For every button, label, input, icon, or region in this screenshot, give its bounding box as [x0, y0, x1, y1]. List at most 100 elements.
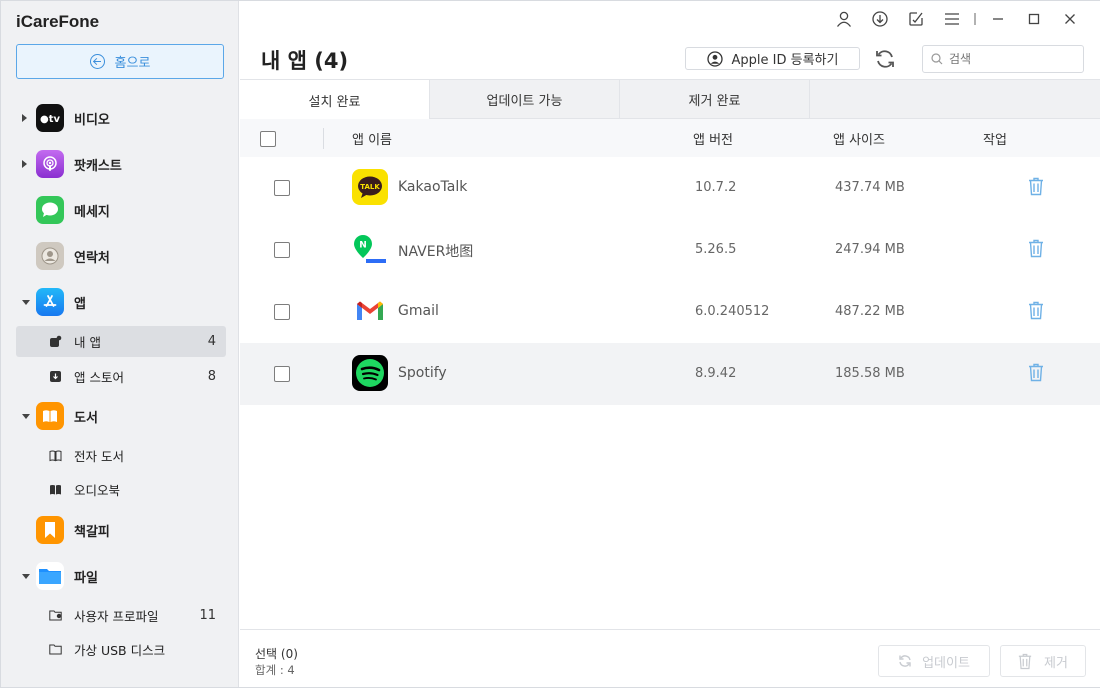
gmail-icon: [352, 293, 388, 329]
download-icon[interactable]: [862, 9, 898, 29]
apple-id-register-button[interactable]: Apple ID 등록하기: [685, 47, 860, 70]
feedback-icon[interactable]: [898, 9, 934, 29]
search-box[interactable]: [922, 45, 1084, 73]
sidebar-subitem-count: 4: [207, 334, 216, 349]
tab-bar: 설치 완료 업데이트 가능 제거 완료: [240, 79, 1100, 120]
trash-icon[interactable]: [1028, 239, 1044, 258]
minimize-icon[interactable]: [980, 9, 1016, 29]
user-circle-icon: [706, 50, 723, 67]
main-panel: 내 앱 (4) Apple ID 등록하기 설치 완료 업데이트 가능 제거 완…: [240, 1, 1100, 687]
app-version: 10.7.2: [695, 180, 737, 195]
tab-installed[interactable]: 설치 완료: [240, 80, 430, 120]
column-header-version: 앱 버전: [693, 133, 734, 148]
svg-text:N: N: [359, 241, 367, 251]
search-input[interactable]: [949, 52, 1069, 66]
sidebar-item-label: 팟캐스트: [74, 158, 122, 174]
sidebar-item-app-store[interactable]: 앱 스토어 8: [16, 361, 226, 392]
sidebar-item-messages[interactable]: 메세지: [1, 190, 239, 230]
account-icon[interactable]: [826, 9, 862, 29]
app-version: 6.0.240512: [695, 304, 770, 319]
table-row[interactable]: TALK KakaoTalk 10.7.2 437.74 MB: [240, 157, 1100, 219]
remove-button[interactable]: 제거: [1000, 645, 1086, 677]
refresh-icon[interactable]: [874, 48, 896, 70]
maximize-icon[interactable]: [1016, 9, 1052, 29]
app-size: 487.22 MB: [835, 304, 905, 319]
sidebar-subitem-label: 앱 스토어: [74, 370, 124, 385]
sidebar-item-audiobooks[interactable]: 오디오북: [16, 474, 226, 505]
expand-caret-icon[interactable]: [22, 114, 27, 122]
audiobook-icon: [50, 485, 61, 495]
app-window: iCareFone 홈으로 ●tv 비디오 팟캐스트 메세지 연락처 앱 내 앱…: [0, 0, 1100, 688]
row-checkbox[interactable]: [274, 242, 290, 258]
sidebar-item-books[interactable]: 도서: [1, 396, 239, 436]
remove-button-label: 제거: [1044, 655, 1068, 671]
close-icon[interactable]: [1052, 9, 1088, 29]
books-icon: [36, 402, 64, 430]
column-divider: [323, 128, 324, 149]
collapse-caret-icon[interactable]: [22, 413, 30, 419]
sidebar-subitem-label: 오디오북: [74, 483, 121, 498]
svg-text:●tv: ●tv: [40, 114, 60, 124]
trash-icon[interactable]: [1028, 363, 1044, 382]
download-box-icon: [50, 371, 61, 382]
collapse-caret-icon[interactable]: [22, 573, 30, 579]
messages-icon: [36, 196, 64, 224]
collapse-caret-icon[interactable]: [22, 299, 30, 305]
app-size: 437.74 MB: [835, 180, 905, 195]
sidebar-item-user-profiles[interactable]: 사용자 프로파일 11: [16, 600, 226, 631]
tab-updatable[interactable]: 업데이트 가능: [430, 80, 620, 119]
sidebar-subitem-label: 사용자 프로파일: [74, 609, 159, 624]
sidebar-subitem-label: 가상 USB 디스크: [74, 643, 166, 658]
menu-icon[interactable]: [934, 9, 970, 29]
sidebar-item-my-apps[interactable]: 내 앱 4: [16, 326, 226, 357]
app-size: 247.94 MB: [835, 242, 905, 257]
contacts-icon: [36, 242, 64, 270]
home-button[interactable]: 홈으로: [16, 44, 224, 79]
table-row[interactable]: N NAVER地图 5.26.5 247.94 MB: [240, 219, 1100, 281]
titlebar-controls: [826, 9, 1088, 29]
home-button-label: 홈으로: [114, 56, 151, 71]
app-name: NAVER地图: [398, 244, 474, 260]
sidebar: iCareFone 홈으로 ●tv 비디오 팟캐스트 메세지 연락처 앱 내 앱…: [1, 1, 239, 687]
update-button[interactable]: 업데이트: [878, 645, 990, 677]
kakaotalk-icon: TALK: [352, 169, 388, 205]
bookmark-icon: [36, 516, 64, 544]
search-icon: [931, 53, 943, 65]
podcast-icon: [36, 150, 64, 178]
apple-id-register-label: Apple ID 등록하기: [731, 53, 839, 68]
sidebar-item-files[interactable]: 파일: [1, 556, 239, 596]
back-arrow-icon: [89, 54, 105, 69]
sidebar-item-label: 메세지: [74, 204, 110, 220]
table-row[interactable]: Spotify 8.9.42 185.58 MB: [240, 343, 1100, 405]
sidebar-item-podcasts[interactable]: 팟캐스트: [1, 144, 239, 184]
row-checkbox[interactable]: [274, 366, 290, 382]
my-apps-icon: [50, 335, 62, 347]
app-version: 8.9.42: [695, 366, 737, 381]
sidebar-item-label: 앱: [74, 296, 86, 312]
sidebar-item-bookmarks[interactable]: 책갈피: [1, 510, 239, 550]
sidebar-item-ebooks[interactable]: 전자 도서: [16, 440, 226, 471]
sidebar-subitem-count: 8: [207, 369, 216, 384]
titlebar-divider: [970, 9, 980, 29]
page-title: 내 앱 (4): [261, 49, 349, 73]
trash-icon[interactable]: [1028, 177, 1044, 196]
select-all-checkbox[interactable]: [260, 131, 276, 147]
sidebar-item-video[interactable]: ●tv 비디오: [1, 98, 239, 138]
trash-icon[interactable]: [1028, 301, 1044, 320]
sidebar-item-label: 비디오: [74, 112, 110, 128]
sidebar-item-virtual-usb[interactable]: 가상 USB 디스크: [16, 634, 226, 665]
sidebar-item-contacts[interactable]: 연락처: [1, 236, 239, 276]
row-checkbox[interactable]: [274, 304, 290, 320]
app-size: 185.58 MB: [835, 366, 905, 381]
profile-folder-icon: [49, 610, 62, 621]
row-checkbox[interactable]: [274, 180, 290, 196]
tab-removed[interactable]: 제거 완료: [620, 80, 810, 119]
sidebar-item-label: 파일: [74, 570, 98, 586]
sidebar-item-apps[interactable]: 앱: [1, 282, 239, 322]
table-row[interactable]: Gmail 6.0.240512 487.22 MB: [240, 281, 1100, 343]
trash-icon: [1018, 653, 1032, 669]
expand-caret-icon[interactable]: [22, 160, 27, 168]
app-brand: iCareFone: [16, 12, 100, 31]
footer-bar: 선택 (0) 합계 : 4 업데이트 제거: [240, 629, 1100, 687]
folder-icon: [49, 644, 62, 655]
